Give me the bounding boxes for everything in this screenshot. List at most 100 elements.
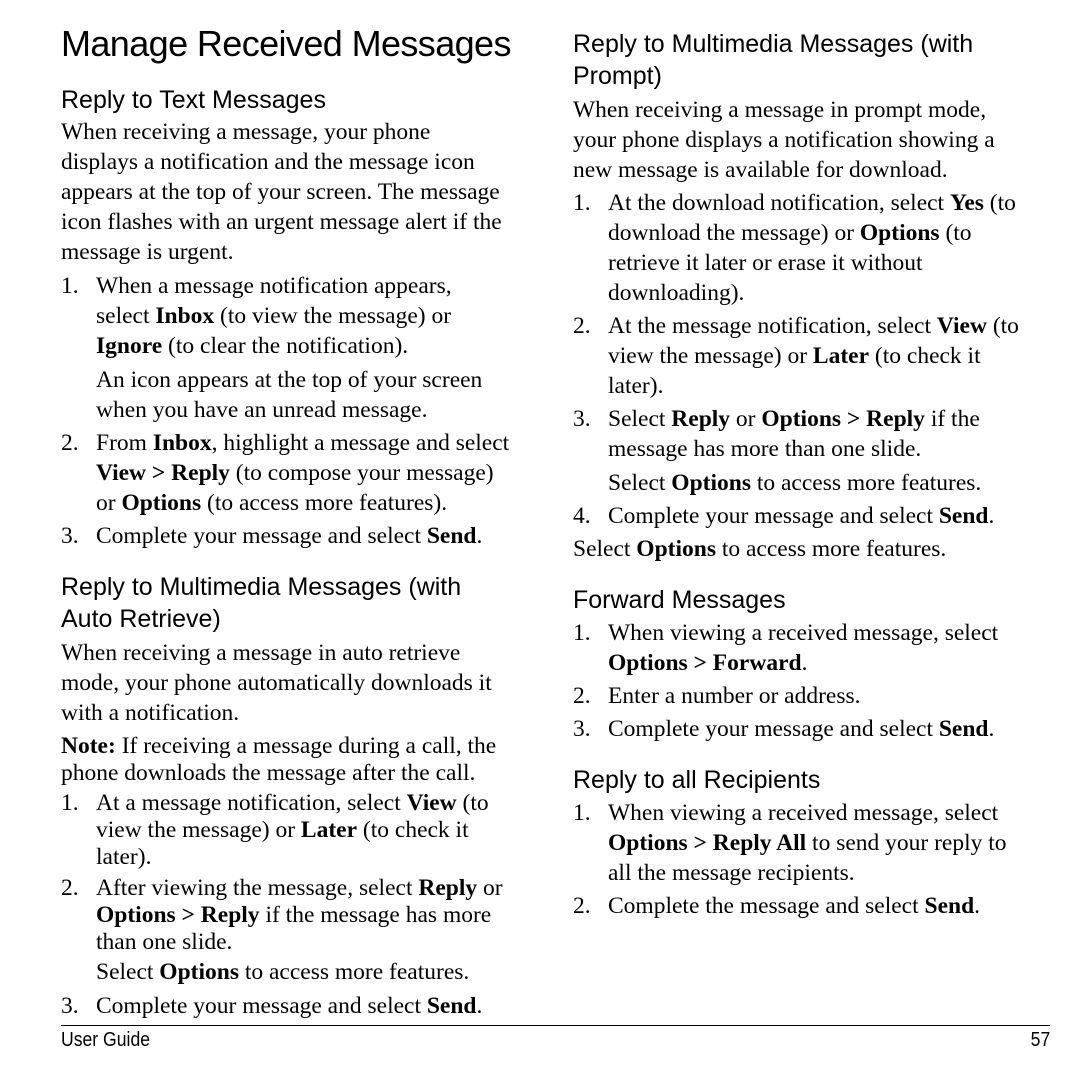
step-number: 2. xyxy=(61,430,79,456)
bold-term: View xyxy=(406,790,457,816)
section-intro: When receiving a message, your phone xyxy=(61,119,431,145)
section-heading-auto-retrieve-cont: Auto Retrieve) xyxy=(61,605,221,633)
bold-term: Ignore xyxy=(96,333,163,359)
step-text: download the message) or Options (to xyxy=(608,220,972,246)
section-intro: appears at the top of your screen. The m… xyxy=(61,179,500,205)
section-intro: When receiving a message in auto retriev… xyxy=(61,640,461,666)
step-text: Complete your message and select Send. xyxy=(96,523,483,549)
section-intro: with a notification. xyxy=(61,700,240,726)
bold-term: Later xyxy=(300,817,358,843)
step-text: message has more than one slide. xyxy=(608,436,922,462)
step-number: 2. xyxy=(573,893,591,919)
note-text: Note: If receiving a message during a ca… xyxy=(61,733,497,759)
step-text: Complete your message and select Send. xyxy=(608,716,995,742)
step-number: 3. xyxy=(61,993,79,1019)
step-text: view the message) or Later (to check it xyxy=(608,343,981,369)
step-note: Select Options to access more features. xyxy=(96,959,470,985)
bold-term: Options > Reply All xyxy=(608,830,807,856)
step-text: When viewing a received message, select xyxy=(608,620,999,646)
step-text: view the message) or Later (to check it xyxy=(96,817,469,843)
bold-term: Options xyxy=(671,470,751,496)
step-text: Options > Forward. xyxy=(608,650,808,676)
bold-term: Options > Forward xyxy=(608,650,802,676)
footer-divider xyxy=(61,1025,1050,1026)
step-text: Options > Reply if the message has more xyxy=(96,902,492,928)
step-number: 1. xyxy=(573,620,591,646)
step-note: Select Options to access more features. xyxy=(608,470,982,496)
bold-term: View > Reply xyxy=(96,460,230,486)
step-note: when you have an unread message. xyxy=(96,397,428,423)
section-heading-prompt: Reply to Multimedia Messages (with xyxy=(573,30,974,58)
step-number: 1. xyxy=(61,273,79,299)
step-number: 3. xyxy=(573,406,591,432)
step-number: 4. xyxy=(573,503,591,529)
bold-term: Send xyxy=(924,893,975,919)
step-number: 3. xyxy=(573,716,591,742)
bold-term: Options xyxy=(859,220,940,246)
section-intro: your phone displays a notification showi… xyxy=(573,127,995,153)
step-text: Complete your message and select Send. xyxy=(96,993,483,1019)
step-text: View > Reply (to compose your message) xyxy=(96,460,494,486)
step-number: 1. xyxy=(61,790,79,816)
section-footnote: Select Options to access more features. xyxy=(573,536,947,562)
bold-term: Reply xyxy=(418,875,478,901)
bold-term: Reply xyxy=(671,406,731,432)
step-text: later). xyxy=(96,844,152,870)
section-heading-forward: Forward Messages xyxy=(573,586,786,614)
bold-term: Options xyxy=(159,959,239,985)
page-title: Manage Received Messages xyxy=(61,23,511,64)
step-text: downloading). xyxy=(608,280,745,306)
section-heading-auto-retrieve: Reply to Multimedia Messages (with xyxy=(61,573,462,601)
step-text: Select Reply or Options > Reply if the xyxy=(608,406,980,432)
section-intro: icon flashes with an urgent message aler… xyxy=(61,209,502,235)
step-text: Complete your message and select Send. xyxy=(608,503,995,529)
bold-term: Options xyxy=(636,536,716,562)
step-text: Complete the message and select Send. xyxy=(608,893,981,919)
step-text: When viewing a received message, select xyxy=(608,800,999,826)
step-text: or Options (to access more features). xyxy=(96,490,448,516)
step-number: 2. xyxy=(61,875,79,901)
step-text: retrieve it later or erase it without xyxy=(608,250,923,276)
step-text: later). xyxy=(608,373,664,399)
step-number: 3. xyxy=(61,523,79,549)
section-heading-prompt-cont: Prompt) xyxy=(573,62,662,90)
bold-term: Inbox xyxy=(155,303,215,329)
bold-term: Later xyxy=(812,343,870,369)
step-number: 2. xyxy=(573,313,591,339)
bold-term: Options xyxy=(121,490,202,516)
step-text: After viewing the message, select Reply … xyxy=(96,875,503,901)
manual-page: Manage Received Messages Reply to Text M… xyxy=(0,0,1080,1080)
bold-term: Send xyxy=(426,993,477,1019)
step-note: An icon appears at the top of your scree… xyxy=(96,367,483,393)
section-heading-reply-text: Reply to Text Messages xyxy=(61,86,326,114)
note-text: phone downloads the message after the ca… xyxy=(61,760,476,786)
step-text: than one slide. xyxy=(96,929,233,955)
step-text: all the message recipients. xyxy=(608,860,855,886)
footer-label: User Guide xyxy=(61,1029,151,1051)
step-text: Enter a number or address. xyxy=(608,683,861,709)
step-text: At a message notification, select View (… xyxy=(96,790,489,816)
bold-term: Options > Reply xyxy=(761,406,925,432)
step-number: 1. xyxy=(573,800,591,826)
step-text: Ignore (to clear the notification). xyxy=(96,333,409,359)
bold-term: Inbox xyxy=(152,430,212,456)
step-text: Options > Reply All to send your reply t… xyxy=(608,830,1007,856)
section-intro: When receiving a message in prompt mode, xyxy=(573,97,987,123)
page-number: 57 xyxy=(1030,1029,1050,1051)
step-text: When a message notification appears, xyxy=(96,273,452,299)
section-intro: mode, your phone automatically downloads… xyxy=(61,670,492,696)
section-intro: new message is available for download. xyxy=(573,157,948,183)
bold-term: Options > Reply xyxy=(96,902,260,928)
bold-term: View xyxy=(936,313,987,339)
step-number: 2. xyxy=(573,683,591,709)
bold-term: Send xyxy=(938,716,989,742)
step-text: select Inbox (to view the message) or xyxy=(96,303,452,329)
step-number: 1. xyxy=(573,190,591,216)
section-intro: displays a notification and the message … xyxy=(61,149,475,175)
step-text: From Inbox, highlight a message and sele… xyxy=(96,430,510,456)
section-intro: message is urgent. xyxy=(61,239,234,265)
step-text: At the download notification, select Yes… xyxy=(608,190,1016,216)
step-text: At the message notification, select View… xyxy=(608,313,1019,339)
section-heading-reply-all: Reply to all Recipients xyxy=(573,766,821,794)
bold-term: Send xyxy=(938,503,989,529)
